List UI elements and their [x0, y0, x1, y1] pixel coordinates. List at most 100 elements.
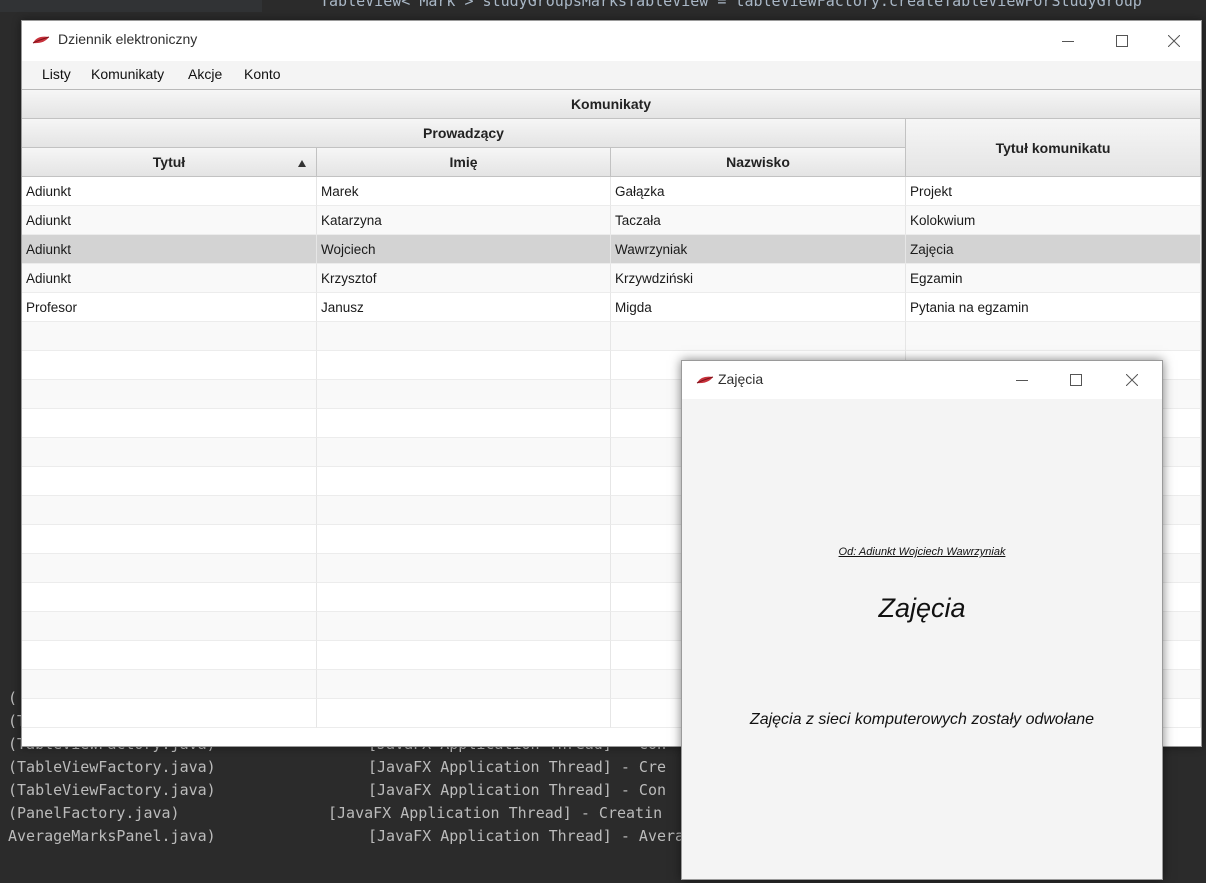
table-cell: Marek: [317, 177, 611, 206]
table-cell: [317, 380, 611, 409]
table-subgroup-header-label: Prowadzący: [423, 125, 504, 141]
table-group-header: Komunikaty: [22, 90, 1201, 119]
table-row[interactable]: Adiunkt Katarzyna Taczała Kolokwium: [22, 206, 1201, 235]
table-cell: [22, 351, 317, 380]
popup-titlebar[interactable]: Zajęcia: [682, 361, 1162, 399]
maximize-icon: [1116, 35, 1128, 47]
table-cell: Egzamin: [906, 264, 1201, 293]
table-cell: [317, 699, 611, 728]
column-header-imie[interactable]: Imię: [317, 148, 611, 177]
table-cell: [22, 525, 317, 554]
table-cell: [611, 322, 906, 351]
table-cell: Adiunkt: [22, 264, 317, 293]
main-titlebar[interactable]: Dziennik elektroniczny: [22, 21, 1201, 61]
table-cell: Zajęcia: [906, 235, 1201, 264]
table-cell: [22, 322, 317, 351]
app-icon: [696, 376, 714, 384]
minimize-button[interactable]: [1045, 21, 1091, 61]
table-row[interactable]: Adiunkt Krzysztof Krzywdziński Egzamin: [22, 264, 1201, 293]
table-cell: [22, 554, 317, 583]
table-cell: [22, 699, 317, 728]
column-header-tytul[interactable]: Tytuł: [22, 148, 317, 177]
menu-konto[interactable]: Konto: [244, 66, 281, 82]
table-cell: Wojciech: [317, 235, 611, 264]
table-cell: [906, 322, 1201, 351]
minimize-icon: [1062, 41, 1074, 42]
sort-ascending-icon: [298, 160, 306, 167]
table-cell: [317, 641, 611, 670]
close-button[interactable]: [1151, 21, 1197, 61]
table-cell: Adiunkt: [22, 177, 317, 206]
popup-maximize-button[interactable]: [1054, 361, 1098, 399]
table-cell: [317, 496, 611, 525]
table-cell: Migda: [611, 293, 906, 322]
console-thread: [JavaFX Application Thread] - Con: [368, 781, 667, 799]
console-line: (PanelFactory.java) [JavaFX Application T…: [8, 802, 662, 824]
table-row[interactable]: Profesor Janusz Migda Pytania na egzamin: [22, 293, 1201, 322]
message-popup-window: Zajęcia Od: Adiunkt Wojciech Wawrzyniak …: [681, 360, 1163, 880]
table-row[interactable]: Adiunkt Wojciech Wawrzyniak Zajęcia: [22, 235, 1201, 264]
column-header-label: Tytuł: [152, 154, 186, 170]
table-cell: [22, 409, 317, 438]
console-line: (TableViewFactory.java) [JavaFX Applicati…: [8, 756, 666, 778]
table-cell: [22, 583, 317, 612]
menu-komunikaty[interactable]: Komunikaty: [91, 66, 164, 82]
console-file: (TableViewFactory.java): [8, 781, 216, 799]
popup-close-button[interactable]: [1110, 361, 1154, 399]
close-icon: [1126, 374, 1138, 386]
close-icon: [1168, 35, 1180, 47]
table-cell: Wawrzyniak: [611, 235, 906, 264]
table-group-header-label: Komunikaty: [570, 96, 652, 112]
column-header-label: Imię: [449, 154, 478, 170]
table-subgroup-header: Prowadzący: [22, 119, 906, 148]
table-cell: [22, 438, 317, 467]
table-cell: [317, 438, 611, 467]
table-cell: Janusz: [317, 293, 611, 322]
table-row[interactable]: [22, 322, 1201, 351]
table-cell: [22, 641, 317, 670]
app-icon: [32, 36, 50, 44]
ide-side-strip: [0, 12, 22, 752]
table-cell: [317, 322, 611, 351]
console-line: (: [8, 687, 17, 709]
table-cell: [22, 496, 317, 525]
table-row[interactable]: Adiunkt Marek Gałązka Projekt: [22, 177, 1201, 206]
menu-listy[interactable]: Listy: [42, 66, 71, 82]
ide-editor-strip: TableView< Mark > studyGroupsMarksTableV…: [0, 0, 1206, 12]
table-cell: Taczała: [611, 206, 906, 235]
console-thread: [JavaFX Application Thread] - Cre: [368, 758, 667, 776]
message-sender: Od: Adiunkt Wojciech Wawrzyniak: [838, 546, 1006, 558]
table-cell: Projekt: [906, 177, 1201, 206]
menu-bar: Listy Komunikaty Akcje Konto: [22, 61, 1201, 89]
console-thread: [JavaFX Application Thread] - Creatin: [328, 804, 663, 822]
console-file: (PanelFactory.java): [8, 804, 180, 822]
table-cell: [22, 380, 317, 409]
column-header-label: Nazwisko: [726, 154, 790, 170]
table-cell: Kolokwium: [906, 206, 1201, 235]
table-cell: [317, 351, 611, 380]
table-cell: Gałązka: [611, 177, 906, 206]
popup-minimize-button[interactable]: [1000, 361, 1044, 399]
ide-code-line: TableView< Mark > studyGroupsMarksTableV…: [320, 0, 1142, 10]
table-cell: Profesor: [22, 293, 317, 322]
table-cell: [317, 554, 611, 583]
table-cell: Adiunkt: [22, 235, 317, 264]
table-cell: [317, 670, 611, 699]
table-cell: [22, 612, 317, 641]
column-header-tytul-komunikatu[interactable]: Tytuł komunikatu: [906, 119, 1201, 177]
maximize-button[interactable]: [1099, 21, 1145, 61]
table-cell: [317, 409, 611, 438]
table-cell: Krzywdziński: [611, 264, 906, 293]
table-cell: [317, 525, 611, 554]
console-file: AverageMarksPanel.java): [8, 827, 216, 845]
console-file: (TableViewFactory.java): [8, 758, 216, 776]
menu-akcje[interactable]: Akcje: [188, 66, 222, 82]
ide-gutter: [0, 0, 262, 12]
message-heading: Zajęcia: [878, 593, 966, 623]
column-header-nazwisko[interactable]: Nazwisko: [611, 148, 906, 177]
table-cell: [317, 583, 611, 612]
table-cell: [22, 467, 317, 496]
console-file: (: [8, 689, 18, 707]
maximize-icon: [1070, 374, 1082, 386]
console-line: AverageMarksPanel.java) [JavaFX Applicati…: [8, 825, 928, 847]
